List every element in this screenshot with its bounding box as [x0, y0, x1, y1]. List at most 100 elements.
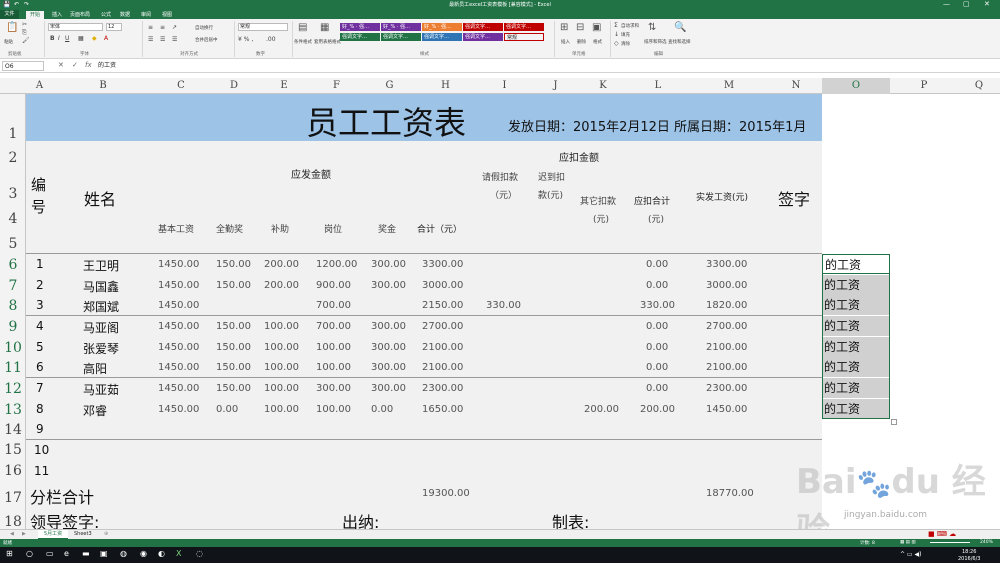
zoom-level[interactable]: 240% [980, 540, 993, 545]
row-header[interactable]: 7 [0, 278, 26, 294]
cell-total[interactable]: 3300.00 [422, 259, 463, 270]
header-bonus[interactable]: 奖金 [378, 222, 396, 235]
col-header-a[interactable]: A [26, 78, 53, 94]
sheet-grid[interactable]: 员工工资表 发放日期：2015年2月12日 所属日期：2015年1月 编号 姓名… [26, 94, 1000, 551]
header-late[interactable]: 迟到扣 [538, 170, 565, 183]
sort-filter-icon[interactable]: ⇅ [648, 22, 656, 33]
align-middle-icon[interactable]: ≡ [160, 24, 165, 31]
cell-post[interactable]: 700.00 [316, 300, 351, 311]
zoom-slider[interactable] [930, 542, 970, 543]
cell-subsidy[interactable]: 100.00 [264, 321, 299, 332]
tab-formulas[interactable]: 公式 [101, 11, 111, 18]
app-icon[interactable]: ◌ [196, 549, 203, 558]
cell-attend[interactable]: 150.00 [216, 321, 251, 332]
cell-dtotal[interactable]: 330.00 [640, 300, 675, 311]
cell-subsidy[interactable]: 200.00 [264, 259, 299, 270]
cell-dtotal[interactable]: 0.00 [646, 342, 668, 353]
tab-page-layout[interactable]: 页面布局 [70, 11, 90, 18]
fill-icon[interactable]: ↓ [614, 31, 619, 38]
cell-no[interactable]: 3 [36, 298, 44, 312]
delete-cell-icon[interactable]: ⊟ [576, 22, 584, 33]
quick-analysis-icon[interactable] [891, 419, 897, 425]
cell-total[interactable]: 2100.00 [422, 342, 463, 353]
cell-net[interactable]: 1820.00 [706, 300, 747, 311]
cell-bonus[interactable]: 0.00 [371, 404, 393, 415]
cell-total[interactable]: 3000.00 [422, 280, 463, 291]
clear-button[interactable]: 清除 [621, 41, 630, 47]
sheet-tab-active[interactable]: 5月工资 [38, 530, 69, 539]
cancel-icon[interactable]: ✕ [58, 61, 64, 69]
cell-bonus[interactable]: 300.00 [371, 321, 406, 332]
date-text[interactable]: 发放日期：2015年2月12日 所属日期：2015年1月 [508, 116, 806, 135]
header-leave[interactable]: 请假扣款 [482, 170, 518, 183]
subtotal-label[interactable]: 分栏合计 [30, 484, 94, 508]
cell-post[interactable]: 300.00 [316, 383, 351, 394]
align-center-icon[interactable]: ☰ [160, 36, 165, 43]
conditional-format-icon[interactable]: ▤ [298, 22, 307, 33]
cell-subsidy[interactable]: 100.00 [264, 362, 299, 373]
cell-base[interactable]: 1450.00 [158, 362, 199, 373]
extra-no[interactable]: 9 [36, 422, 44, 436]
orientation-icon[interactable]: ↗ [172, 24, 177, 31]
next-sheet-icon[interactable]: ▶ [16, 530, 32, 539]
cell-total[interactable]: 2300.00 [422, 383, 463, 394]
cell-no[interactable]: 6 [36, 360, 44, 374]
cell-post[interactable]: 900.00 [316, 280, 351, 291]
number-format-select[interactable]: 常规 [238, 23, 288, 31]
cell-no[interactable]: 5 [36, 340, 44, 354]
app-icon[interactable]: ◍ [120, 549, 127, 558]
cell-bonus[interactable]: 300.00 [371, 259, 406, 270]
header-other[interactable]: 其它扣款 [580, 194, 616, 207]
sheet-title[interactable]: 员工工资表 [306, 98, 466, 144]
autosum-icon[interactable]: Σ [614, 22, 618, 29]
cell-bonus[interactable]: 300.00 [371, 280, 406, 291]
subtotal-total[interactable]: 19300.00 [422, 488, 470, 499]
cell-net[interactable]: 2700.00 [706, 321, 747, 332]
chrome-icon[interactable]: ◉ [140, 549, 147, 558]
cell-attend[interactable]: 0.00 [216, 404, 238, 415]
col-header-m[interactable]: M [688, 78, 770, 94]
cell-name[interactable]: 张爱琴 [83, 340, 119, 357]
header-net[interactable]: 实发工资(元) [696, 190, 748, 203]
font-name-select[interactable]: 宋体 [48, 23, 103, 31]
wrap-text-button[interactable]: 自动换行 [195, 25, 213, 31]
header-name[interactable]: 姓名 [84, 186, 116, 210]
cell-name[interactable]: 郑国斌 [83, 298, 119, 315]
font-size-select[interactable]: 12 [106, 23, 122, 31]
excel-icon[interactable]: X [176, 549, 181, 558]
row-header[interactable]: 9 [0, 319, 26, 335]
col-header-j[interactable]: J [533, 78, 578, 94]
row-header[interactable]: 11 [0, 360, 26, 376]
cell-bonus[interactable]: 300.00 [371, 342, 406, 353]
function-icon[interactable]: fx [85, 61, 92, 69]
cell-attend[interactable]: 150.00 [216, 362, 251, 373]
cell-base[interactable]: 1450.00 [158, 280, 199, 291]
header-subsidy[interactable]: 补助 [271, 222, 289, 235]
row-header[interactable]: 6 [0, 257, 26, 273]
row-header[interactable]: 8 [0, 298, 26, 314]
style-swatch[interactable]: 好_% · 强… [340, 23, 380, 31]
row-header[interactable]: 12 [0, 381, 26, 397]
extra-no[interactable]: 10 [34, 443, 49, 457]
header-deduct-total-unit[interactable]: (元) [648, 212, 664, 225]
start-icon[interactable]: ⊞ [6, 549, 13, 558]
maximize-icon[interactable]: ▢ [963, 0, 970, 8]
tray-icons[interactable]: ^ ▭ ◀) [900, 551, 921, 558]
header-income[interactable]: 应发金额 [291, 166, 331, 181]
col-header-o[interactable]: O [822, 78, 890, 94]
view-normal-icon[interactable]: ▦ ▤ ▥ [900, 540, 916, 545]
style-swatch[interactable]: 好_% · 强… [381, 23, 421, 31]
format-table-icon[interactable]: ▦ [320, 22, 329, 33]
merge-center-button[interactable]: 合并后居中 [195, 37, 218, 43]
bold-icon[interactable]: B [50, 35, 55, 42]
row-header[interactable]: 1 [0, 126, 26, 142]
align-top-icon[interactable]: ≡ [148, 24, 153, 31]
cell-name[interactable]: 马亚阁 [83, 319, 119, 336]
cell-total[interactable]: 2700.00 [422, 321, 463, 332]
style-swatch[interactable]: 好_% · 强… [422, 23, 462, 31]
row-header[interactable]: 14 [0, 422, 26, 438]
cut-icon[interactable]: ✂ [22, 21, 27, 28]
row-header[interactable]: 18 [0, 514, 26, 530]
col-header-d[interactable]: D [209, 78, 259, 94]
style-swatch[interactable]: 常规 [504, 33, 544, 41]
